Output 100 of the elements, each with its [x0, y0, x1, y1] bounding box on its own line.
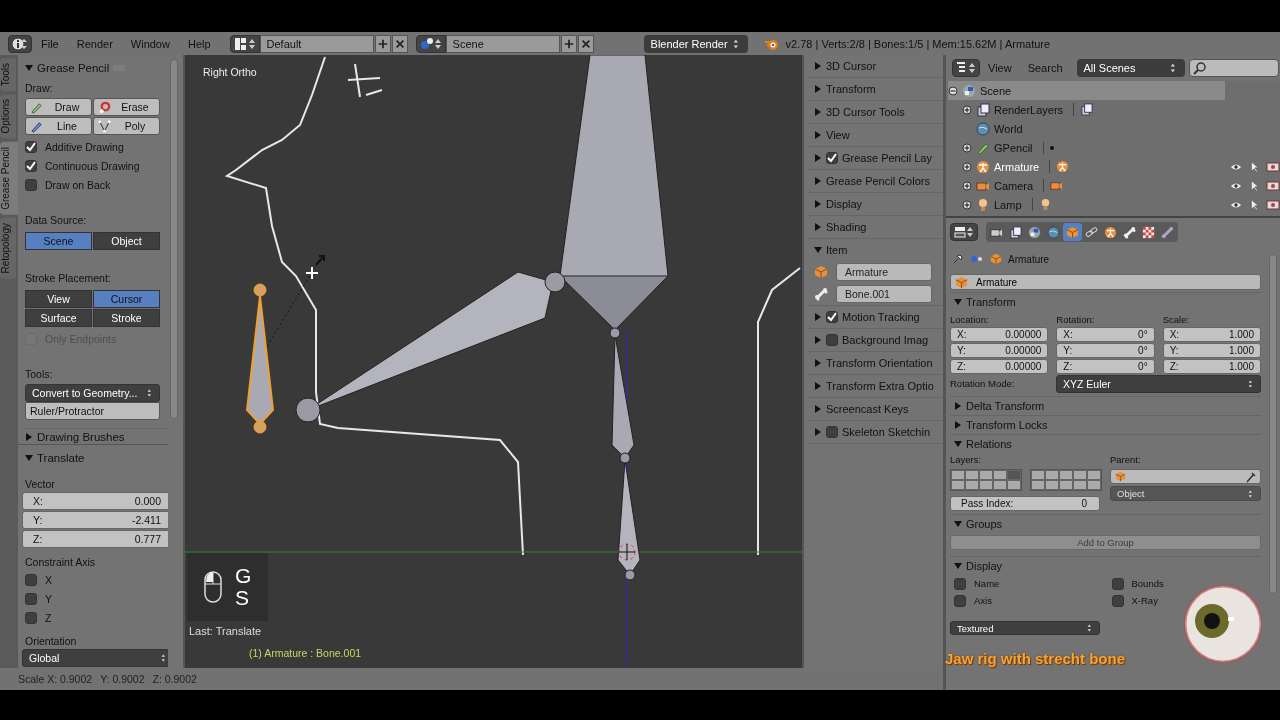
- checkbox[interactable]: [1111, 577, 1124, 590]
- name-field[interactable]: Armature: [836, 263, 932, 281]
- panel-title[interactable]: Background Imag: [842, 334, 929, 346]
- add-button[interactable]: [560, 34, 577, 53]
- tab[interactable]: Tools: [0, 58, 16, 92]
- panel-title[interactable]: Screencast Keys: [826, 403, 909, 415]
- layer-toggle[interactable]: [965, 470, 979, 480]
- number-field[interactable]: Z: 0.00000: [950, 359, 1049, 374]
- menu-item[interactable]: File: [32, 37, 68, 50]
- toggle-button[interactable]: Cursor: [93, 290, 160, 308]
- name-field[interactable]: Default: [259, 34, 374, 53]
- checkbox[interactable]: [826, 426, 838, 438]
- toggle-button[interactable]: Scene: [25, 232, 92, 250]
- checkbox[interactable]: [826, 152, 838, 164]
- panel-title[interactable]: Transform Orientation: [826, 357, 933, 369]
- panel-title[interactable]: Item: [826, 244, 848, 256]
- layer-toggle[interactable]: [951, 480, 965, 490]
- object-name-field[interactable]: Armature: [950, 274, 1261, 290]
- layer-toggle[interactable]: [1073, 470, 1087, 480]
- scrollbar-thumb[interactable]: [170, 59, 178, 419]
- toggle-button[interactable]: View: [25, 290, 92, 308]
- toggle-button[interactable]: Object: [93, 232, 160, 250]
- checkbox[interactable]: [25, 592, 37, 605]
- panel-title[interactable]: Grease Pencil: [37, 61, 110, 74]
- checkbox[interactable]: [25, 159, 37, 172]
- tree-row[interactable]: World: [962, 119, 1280, 138]
- tree-row[interactable]: Lamp: [962, 195, 1280, 214]
- toggle-button[interactable]: Surface: [25, 309, 92, 327]
- layer-toggle[interactable]: [1007, 480, 1021, 490]
- number-field[interactable]: Z: 0.777: [22, 530, 168, 548]
- parent-field[interactable]: [1110, 469, 1261, 484]
- tool-button[interactable]: Erase: [93, 98, 160, 116]
- tree-row[interactable]: Scene: [948, 81, 1225, 100]
- layout-button[interactable]: [229, 34, 260, 53]
- info-editor-button[interactable]: [8, 34, 32, 53]
- panel-title[interactable]: Transform Extra Optio: [826, 380, 934, 392]
- tab[interactable]: Options: [0, 94, 16, 139]
- close-button[interactable]: [391, 34, 408, 53]
- scrollbar-thumb[interactable]: [1269, 254, 1277, 594]
- editor-type-button[interactable]: [952, 59, 980, 77]
- number-field[interactable]: Pass Index: 0: [950, 496, 1100, 511]
- checkbox[interactable]: [25, 573, 37, 586]
- close-button[interactable]: [577, 34, 594, 53]
- panel-title[interactable]: Transform: [826, 83, 876, 95]
- tab[interactable]: Retopology: [0, 217, 16, 279]
- dropdown[interactable]: Global: [22, 649, 168, 667]
- panel-title[interactable]: Shading: [826, 221, 867, 233]
- panel-title[interactable]: Translate: [37, 451, 85, 464]
- panel-title[interactable]: Relations: [966, 438, 1012, 450]
- layer-toggle[interactable]: [1059, 480, 1073, 490]
- number-field[interactable]: Y: -2.411: [22, 511, 168, 529]
- name-field[interactable]: Bone.001: [836, 285, 932, 303]
- add-to-group-button[interactable]: Add to Group: [950, 535, 1261, 550]
- number-field[interactable]: X: 0.000: [22, 492, 168, 510]
- panel-title[interactable]: Display: [826, 198, 863, 210]
- panel-title[interactable]: Drawing Brushes: [37, 430, 125, 443]
- number-field[interactable]: X: 0°: [1056, 327, 1155, 342]
- panel-title[interactable]: Skeleton Sketchin: [842, 426, 931, 438]
- dropdown[interactable]: Object: [1110, 486, 1261, 501]
- layer-toggle[interactable]: [1073, 480, 1087, 490]
- menu-item[interactable]: Help: [178, 37, 220, 50]
- panel-title[interactable]: View: [826, 129, 850, 141]
- tool-button[interactable]: Line: [25, 117, 92, 135]
- number-field[interactable]: Z: 0°: [1056, 359, 1155, 374]
- editor-type-button[interactable]: [950, 223, 978, 241]
- tree-row[interactable]: Camera: [962, 176, 1280, 195]
- panel-title[interactable]: Transform Locks: [966, 419, 1048, 431]
- checkbox[interactable]: [954, 577, 966, 590]
- layer-toggle[interactable]: [993, 470, 1007, 480]
- checkbox[interactable]: [25, 611, 37, 624]
- checkbox[interactable]: [25, 178, 37, 191]
- number-field[interactable]: Y: 0.00000: [950, 343, 1049, 358]
- checkbox[interactable]: [954, 594, 966, 607]
- number-field[interactable]: Y: 0°: [1056, 343, 1155, 358]
- layer-toggle[interactable]: [1087, 480, 1101, 490]
- scene-button[interactable]: [415, 34, 446, 53]
- panel-title[interactable]: 3D Cursor Tools: [826, 106, 905, 118]
- layer-toggle[interactable]: [1087, 470, 1101, 480]
- menu-item[interactable]: View: [980, 62, 1020, 74]
- panel-title[interactable]: Grease Pencil Lay: [842, 152, 932, 164]
- panel-title[interactable]: Display: [966, 560, 1003, 572]
- layer-toggle[interactable]: [979, 470, 993, 480]
- filter-dropdown[interactable]: All Scenes: [1076, 59, 1185, 77]
- layer-toggle[interactable]: [979, 480, 993, 490]
- number-field[interactable]: X: 1.000: [1162, 327, 1261, 342]
- tool-button[interactable]: Poly: [93, 117, 160, 135]
- checkbox[interactable]: [826, 311, 838, 323]
- layer-toggle[interactable]: [1059, 470, 1073, 480]
- tree-row[interactable]: RenderLayers: [962, 100, 1280, 119]
- tab[interactable]: Grease Pencil: [0, 141, 18, 215]
- panel-title[interactable]: Transform: [966, 296, 1016, 308]
- properties-tab[interactable]: [1044, 223, 1063, 241]
- layer-toggle[interactable]: [993, 480, 1007, 490]
- layer-toggle[interactable]: [951, 470, 965, 480]
- menu-item[interactable]: Window: [121, 37, 179, 50]
- tree-row[interactable]: Armature: [962, 157, 1280, 176]
- layer-toggle[interactable]: [1007, 470, 1021, 480]
- tool-button[interactable]: Draw: [25, 98, 92, 116]
- panel-title[interactable]: Groups: [966, 518, 1003, 530]
- panel-title[interactable]: 3D Cursor: [826, 60, 877, 72]
